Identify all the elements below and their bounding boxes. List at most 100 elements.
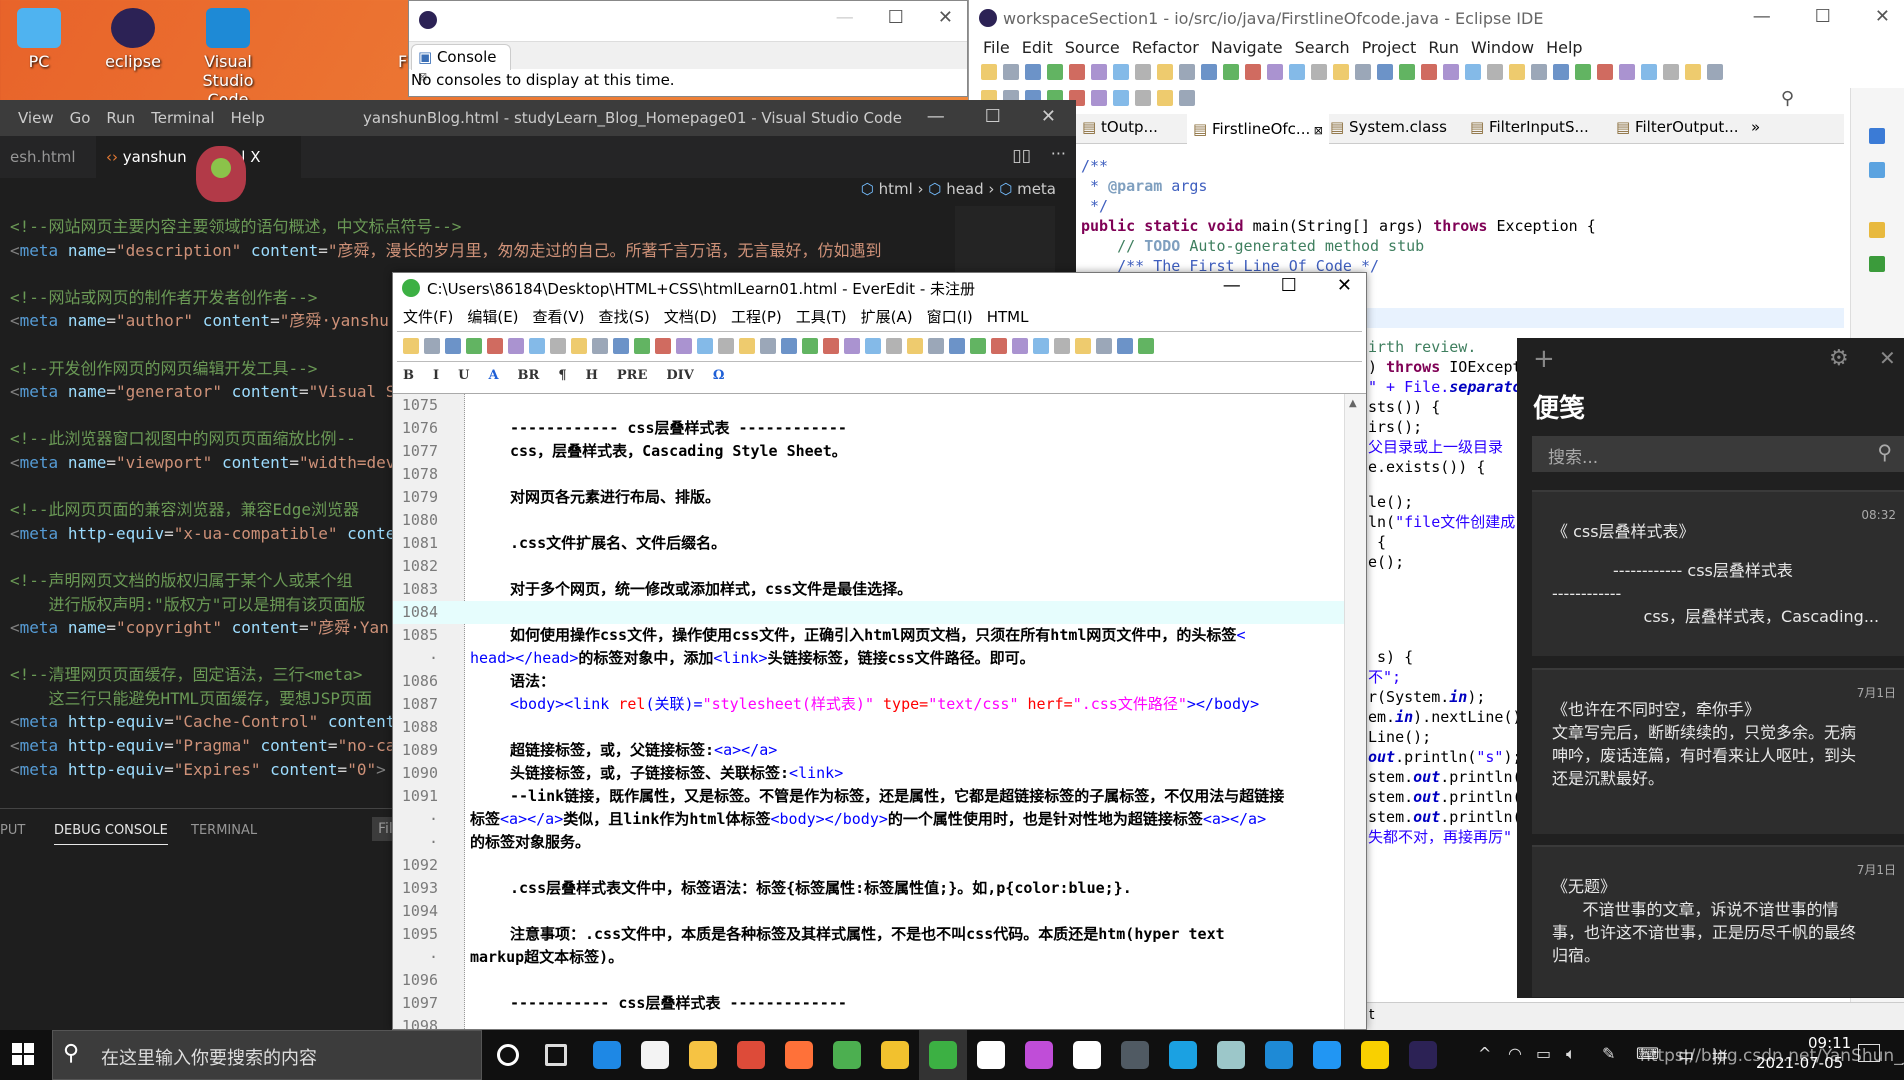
toolbar-button-icon[interactable] [718, 337, 734, 354]
breadcrumb-item[interactable]: meta [1017, 180, 1056, 198]
text-editor[interactable]: 1075 1076 ------------ css层叠样式表 ----------… [393, 393, 1366, 1035]
toolbar-button-icon[interactable] [592, 337, 608, 354]
toolbar-button-icon[interactable] [571, 337, 587, 354]
toolbar-button-icon[interactable] [1641, 64, 1657, 80]
toolbar-button-icon[interactable] [424, 337, 440, 354]
toolbar-button-icon[interactable] [1333, 64, 1349, 80]
toolbar-button-icon[interactable] [1465, 64, 1481, 80]
menu-item[interactable]: HTML [987, 308, 1029, 326]
search-icon[interactable]: ⚲ [1877, 440, 1892, 464]
close-button[interactable]: ✕ [1337, 275, 1352, 296]
breakpoints-icon[interactable] [1869, 162, 1885, 178]
editor-tab[interactable]: ▤ FilterInputS... [1470, 118, 1589, 136]
taskbar-app-file-explorer-icon[interactable] [689, 1041, 717, 1069]
toolbar-button-icon[interactable] [1311, 64, 1327, 80]
editor-tab[interactable]: ▤ System.class [1330, 118, 1447, 136]
maximize-button[interactable]: ☐ [985, 106, 1001, 127]
maximize-button[interactable]: ☐ [888, 7, 904, 28]
toolbar-button-icon[interactable] [1663, 64, 1679, 80]
note-card[interactable]: 7月1日 《无题》 不谙世事的文章，诉说不谙世事的情 事，也许这不谙世事，正是历尽千… [1532, 845, 1904, 997]
toolbar-button-icon[interactable] [1377, 64, 1393, 80]
toolbar-button-icon[interactable] [634, 337, 650, 354]
menu-item[interactable]: Window [1471, 38, 1534, 57]
editor-tab[interactable]: ▤ FilterOutput... [1616, 118, 1739, 136]
toolbar-button-icon[interactable] [739, 337, 755, 354]
desktop-icon-vscode[interactable]: Visual Studio Code [183, 8, 273, 109]
junit-icon[interactable] [1869, 256, 1885, 272]
menu-item[interactable]: Search [1295, 38, 1350, 57]
breadcrumb-item[interactable]: html [879, 180, 913, 198]
toolbar-button-icon[interactable] [949, 337, 965, 354]
toolbar-button-icon[interactable] [1487, 64, 1503, 80]
format-button[interactable]: B [403, 368, 414, 383]
tab-debug-console[interactable]: DEBUG CONSOLE [54, 823, 168, 845]
search-input[interactable]: 搜索... ⚲ [1532, 436, 1904, 472]
toolbar-button-icon[interactable] [844, 337, 860, 354]
taskbar-app-chrome-icon[interactable] [737, 1041, 765, 1069]
toolbar-button-icon[interactable] [1553, 64, 1569, 80]
search-icon[interactable]: ⚲ [1781, 88, 1794, 109]
taskbar-app-settings-icon[interactable] [977, 1041, 1005, 1069]
toolbar-button-icon[interactable] [1091, 64, 1107, 80]
taskbar-app-store-icon[interactable] [641, 1041, 669, 1069]
minimize-button[interactable]: — [927, 106, 945, 127]
format-button[interactable]: A [488, 368, 498, 383]
menu-item[interactable]: Project [1362, 38, 1417, 57]
variables-icon[interactable] [1869, 128, 1885, 144]
menu-item[interactable]: 扩展(A) [861, 308, 913, 326]
format-button[interactable]: BR [518, 368, 540, 383]
toolbar-button-icon[interactable] [1012, 337, 1028, 354]
menu-item[interactable]: File [983, 38, 1010, 57]
code-editor[interactable]: /** * @param args */public static void m… [1081, 156, 1596, 276]
toolbar-button-icon[interactable] [1201, 64, 1217, 80]
toolbar-button-icon[interactable] [1157, 90, 1173, 106]
toolbar-button-icon[interactable] [1003, 64, 1019, 80]
desktop-icon-pc[interactable]: PC [0, 8, 84, 71]
toolbar-button-icon[interactable] [1575, 64, 1591, 80]
toolbar-button-icon[interactable] [1069, 64, 1085, 80]
minimize-button[interactable]: — [836, 7, 854, 28]
toolbar-button-icon[interactable] [802, 337, 818, 354]
menu-item[interactable]: 文件(F) [403, 308, 453, 326]
note-card[interactable]: 08:32 《 css层叠样式表》 ------------ css层叠样式表 --… [1532, 490, 1904, 656]
toolbar-button-icon[interactable] [1179, 90, 1195, 106]
toolbar-button-icon[interactable] [1597, 64, 1613, 80]
menu-item[interactable]: Source [1065, 38, 1120, 57]
menu-item[interactable]: 编辑(E) [467, 308, 518, 326]
toolbar-button-icon[interactable] [1091, 90, 1107, 106]
toolbar-button-icon[interactable] [1075, 337, 1091, 354]
toolbar-button-icon[interactable] [445, 337, 461, 354]
toolbar-button-icon[interactable] [907, 337, 923, 354]
toolbar-button-icon[interactable] [655, 337, 671, 354]
toolbar-button-icon[interactable] [1117, 337, 1133, 354]
close-button[interactable]: ✕ [1879, 346, 1896, 370]
volume-icon[interactable]: 🔈︎ [1566, 1044, 1576, 1064]
toolbar-button-icon[interactable] [676, 337, 692, 354]
toolbar-button-icon[interactable] [403, 337, 419, 354]
toolbar-button-icon[interactable] [1113, 64, 1129, 80]
menu-item[interactable]: Run [106, 109, 135, 127]
windows-start-button[interactable] [12, 1043, 34, 1065]
format-button[interactable]: H [586, 368, 598, 383]
taskbar-app-firefox-icon[interactable] [785, 1041, 813, 1069]
taskbar-search-input[interactable]: ⚲ 在这里输入你要搜索的内容 [52, 1030, 482, 1080]
toolbar-button-icon[interactable] [1096, 337, 1112, 354]
taskbar-app-flame-app-icon[interactable] [1025, 1041, 1053, 1069]
taskbar-app-vscode-icon[interactable] [1265, 1041, 1293, 1069]
toolbar-button-icon[interactable] [1135, 90, 1151, 106]
toolbar-button-icon[interactable] [508, 337, 524, 354]
taskbar-app-edge-icon[interactable] [1169, 1041, 1197, 1069]
toolbar-button-icon[interactable] [1685, 64, 1701, 80]
close-button[interactable]: ✕ [1875, 6, 1890, 27]
settings-icon[interactable]: ⚙ [1829, 346, 1849, 371]
taskbar-app-eclipse-icon[interactable] [1409, 1041, 1437, 1069]
toolbar-button-icon[interactable] [760, 337, 776, 354]
format-button[interactable]: U [458, 368, 469, 383]
toolbar-button-icon[interactable] [1179, 64, 1195, 80]
toolbar-button-icon[interactable] [550, 337, 566, 354]
desktop-icon-eclipse[interactable]: eclipse [88, 8, 178, 71]
toolbar-button-icon[interactable] [1421, 64, 1437, 80]
close-tab-button[interactable]: X [250, 148, 260, 166]
toolbar-button-icon[interactable] [970, 337, 986, 354]
toolbar-button-icon[interactable] [1245, 64, 1261, 80]
